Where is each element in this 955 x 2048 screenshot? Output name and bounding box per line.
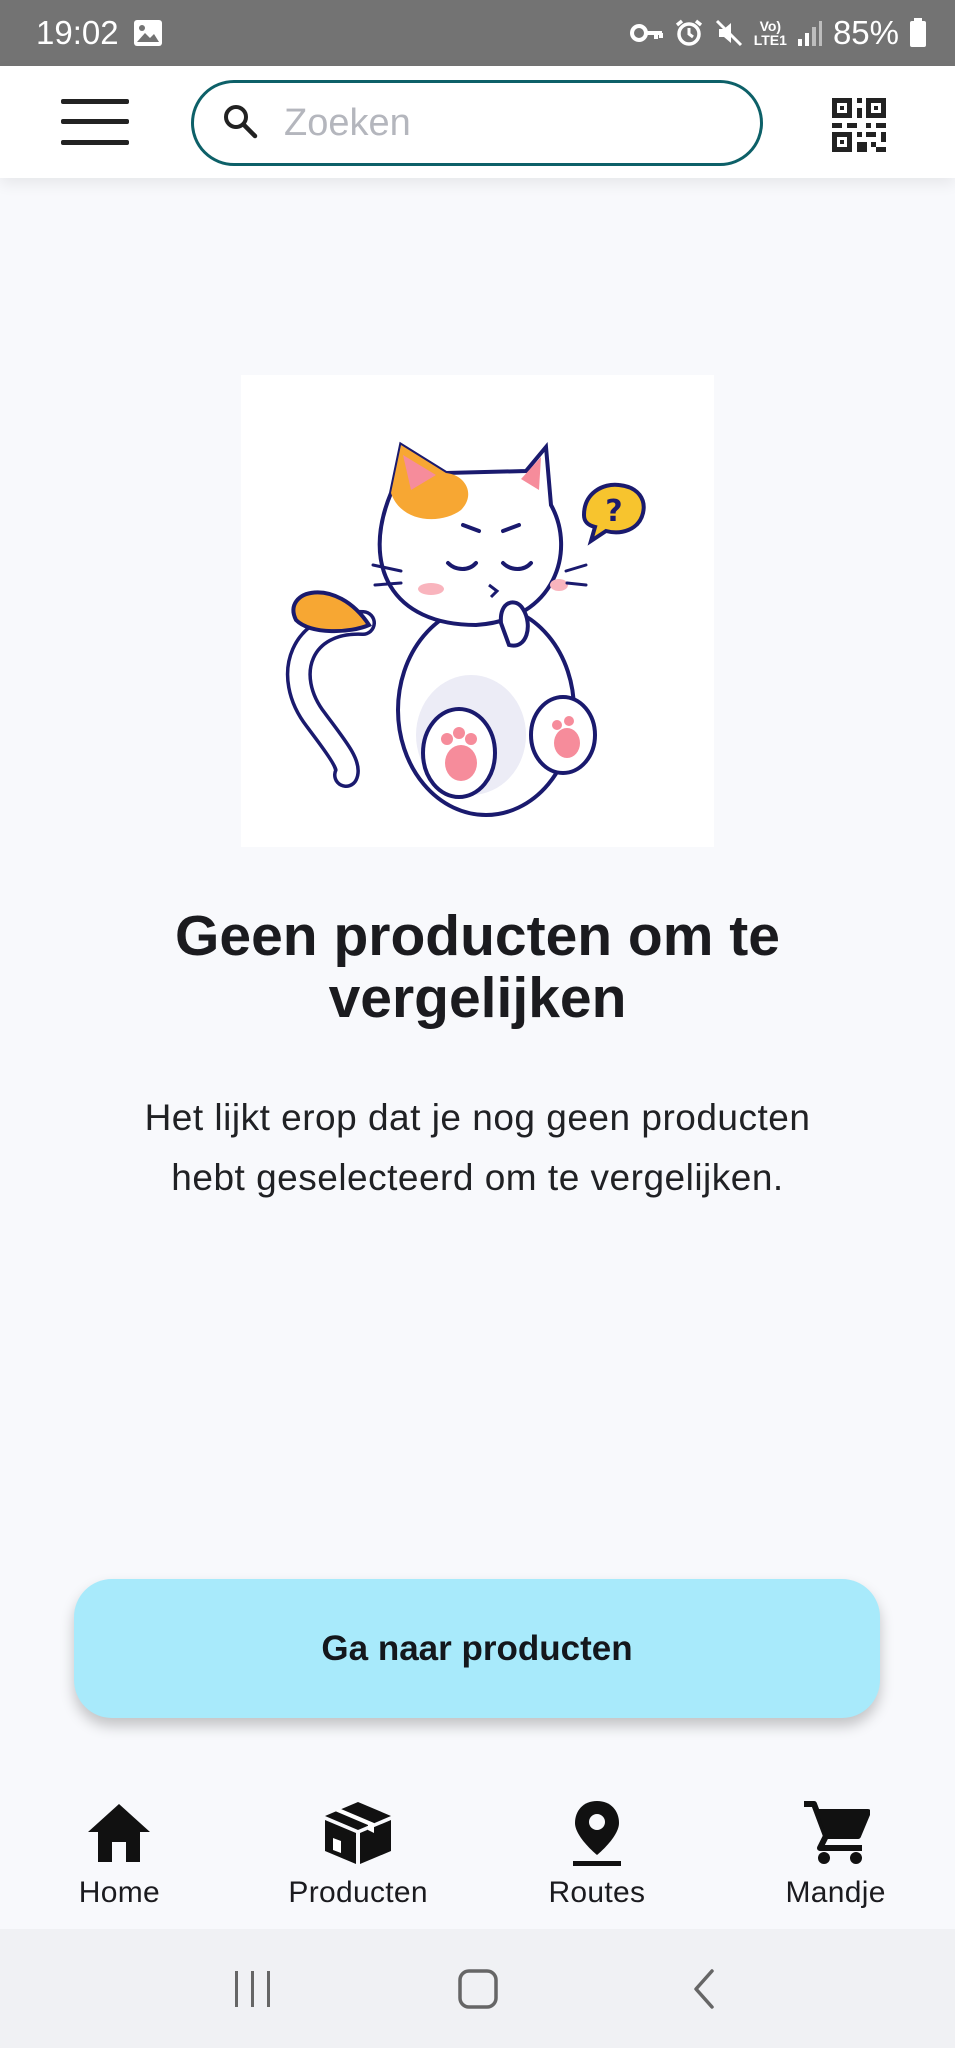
- status-left: 19:02: [36, 14, 163, 52]
- nav-item-producten[interactable]: Producten: [239, 1776, 478, 1929]
- system-navigation-bar: [0, 1929, 955, 2048]
- empty-state-title: Geen producten om te vergelijken: [175, 904, 780, 1030]
- nav-label-home: Home: [78, 1876, 160, 1909]
- status-bar: 19:02 Vo) LTE1 85%: [0, 0, 955, 66]
- go-to-products-button[interactable]: Ga naar producten: [74, 1579, 880, 1718]
- status-time: 19:02: [36, 14, 119, 51]
- search-bar[interactable]: [191, 80, 763, 166]
- qr-code-icon: [832, 98, 886, 152]
- hamburger-menu-icon: [61, 99, 129, 145]
- search-icon: [222, 103, 258, 144]
- back-chevron-icon: [693, 1968, 714, 2009]
- empty-state-description: Het lijkt erop dat je nog geen producten…: [144, 1097, 811, 1198]
- home-icon: [84, 1798, 154, 1868]
- home-system-button[interactable]: [438, 1949, 518, 2029]
- cat-thinking-icon: ?: [285, 441, 646, 817]
- battery-icon: [909, 18, 927, 48]
- location-pin-icon: [562, 1798, 632, 1868]
- lte-label: LTE1: [753, 32, 787, 48]
- qr-scan-button[interactable]: [826, 92, 892, 158]
- package-icon: [323, 1798, 393, 1868]
- menu-button[interactable]: [50, 90, 140, 154]
- recent-apps-icon: [234, 1970, 270, 2007]
- volte-lte-indicator: Vo) LTE1: [754, 19, 787, 47]
- cart-icon: [801, 1798, 871, 1868]
- battery-percent: 85%: [832, 14, 899, 51]
- signal-strength-icon: [797, 19, 823, 47]
- back-button[interactable]: [663, 1949, 743, 2029]
- nav-label-mandje: Mandje: [785, 1876, 886, 1909]
- svg-text:?: ?: [605, 494, 622, 529]
- recent-apps-button[interactable]: [213, 1949, 293, 2029]
- nav-item-mandje[interactable]: Mandje: [716, 1776, 955, 1929]
- nav-item-home[interactable]: Home: [0, 1776, 239, 1929]
- confused-cat-illustration: ?: [241, 375, 714, 847]
- gallery-notification-icon: [133, 19, 163, 47]
- home-square-icon: [457, 1968, 498, 2009]
- nav-label-producten: Producten: [288, 1876, 428, 1909]
- alarm-icon: [674, 18, 704, 48]
- status-right: Vo) LTE1 85%: [629, 14, 927, 52]
- search-input[interactable]: [284, 101, 724, 145]
- bottom-navigation: Home Producten Routes Mandje: [0, 1776, 955, 1929]
- app-bar: [0, 66, 955, 178]
- nav-label-routes: Routes: [548, 1876, 646, 1909]
- vpn-key-icon: [629, 22, 664, 44]
- nav-item-routes[interactable]: Routes: [478, 1776, 717, 1929]
- mute-icon: [714, 18, 744, 48]
